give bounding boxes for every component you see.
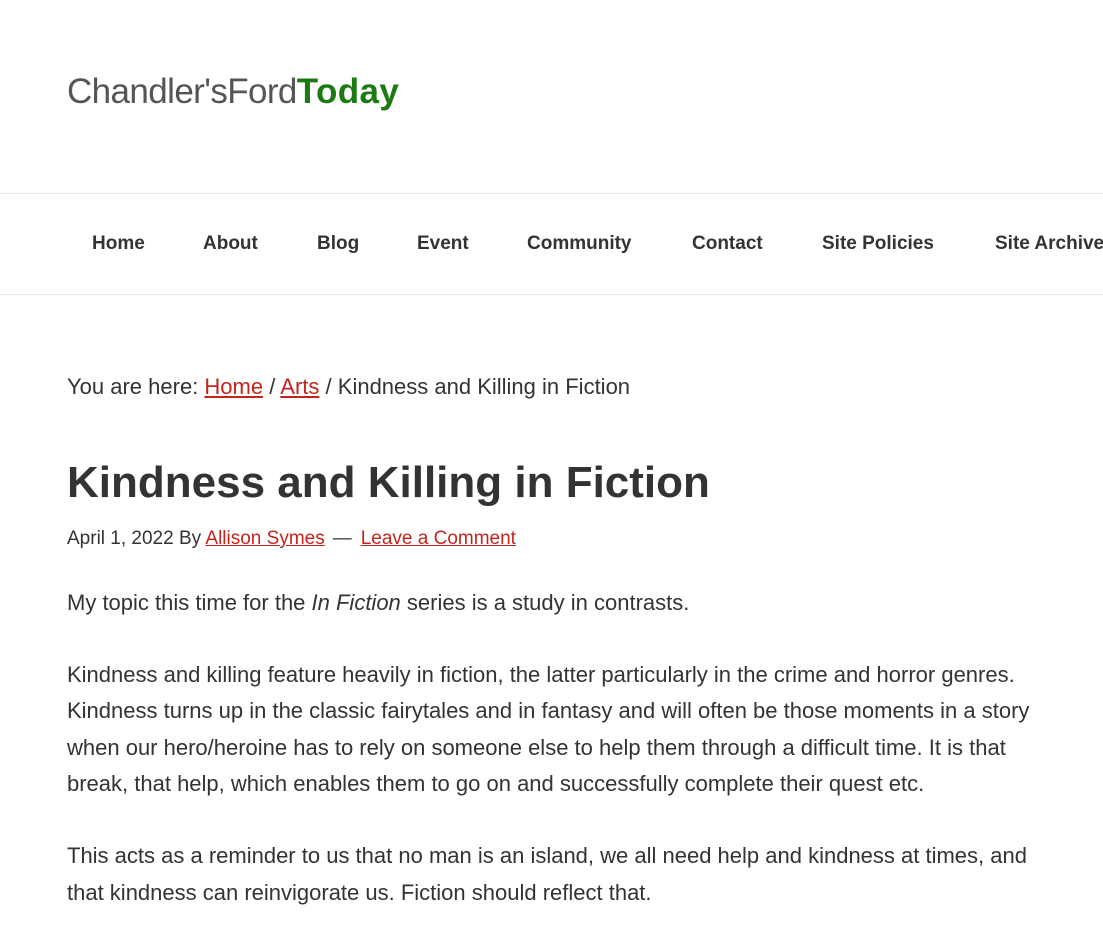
nav-item-event[interactable]: Event xyxy=(417,194,469,294)
series-name: In Fiction xyxy=(311,590,401,615)
paragraph-intro-text-end: series is a study in contrasts. xyxy=(400,590,690,615)
nav-item-site-archive[interactable]: Site Archive xyxy=(995,194,1103,294)
paragraph-kindness-killing: Kindness and killing feature heavily in … xyxy=(67,661,1030,797)
breadcrumb-separator: / xyxy=(269,374,276,399)
logo-text-chandlers: Chandler's xyxy=(67,72,228,111)
nav-item-blog[interactable]: Blog xyxy=(317,194,359,294)
paragraph-reminder: This acts as a reminder to us that no ma… xyxy=(67,842,1027,905)
article-title: Kindness and Killing in Fiction xyxy=(67,458,710,507)
site-header: Chandler'sFordToday xyxy=(0,0,1103,193)
logo-text-ford: Ford xyxy=(227,72,297,111)
nav-item-community[interactable]: Community xyxy=(527,194,632,294)
paragraph-intro-text: My topic this time for the xyxy=(67,590,312,615)
logo-text-today: Today xyxy=(296,72,400,111)
leave-comment-link[interactable]: Leave a Comment xyxy=(361,528,516,549)
main-navigation: Home About Blog Event Community Contact … xyxy=(0,193,1103,295)
breadcrumb-current: Kindness and Killing in Fiction xyxy=(337,374,631,399)
site-logo[interactable]: Chandler'sFordToday xyxy=(67,70,399,114)
breadcrumb-arts-link[interactable]: Arts xyxy=(280,374,319,399)
paragraph-intro: My topic this time for the In Fiction se… xyxy=(67,585,1057,622)
breadcrumb-home-link[interactable]: Home xyxy=(204,374,263,399)
nav-item-site-policies[interactable]: Site Policies xyxy=(822,194,934,294)
nav-item-about[interactable]: About xyxy=(203,194,258,294)
article-date: April 1, 2022 xyxy=(67,528,174,549)
meta-dash: — xyxy=(332,528,352,549)
breadcrumb-prefix: You are here: xyxy=(67,374,199,399)
nav-item-home[interactable]: Home xyxy=(92,194,145,294)
article-content: My topic this time for the In Fiction se… xyxy=(67,585,1057,946)
article-meta: April 1, 2022 By Allison Symes — Leave a C… xyxy=(67,526,516,552)
breadcrumb: You are here: Home / Arts / Kindness and… xyxy=(67,371,630,403)
breadcrumb-separator: / xyxy=(325,374,332,399)
author-link[interactable]: Allison Symes xyxy=(205,528,324,549)
nav-item-contact[interactable]: Contact xyxy=(692,194,763,294)
article-by: By xyxy=(178,528,202,549)
